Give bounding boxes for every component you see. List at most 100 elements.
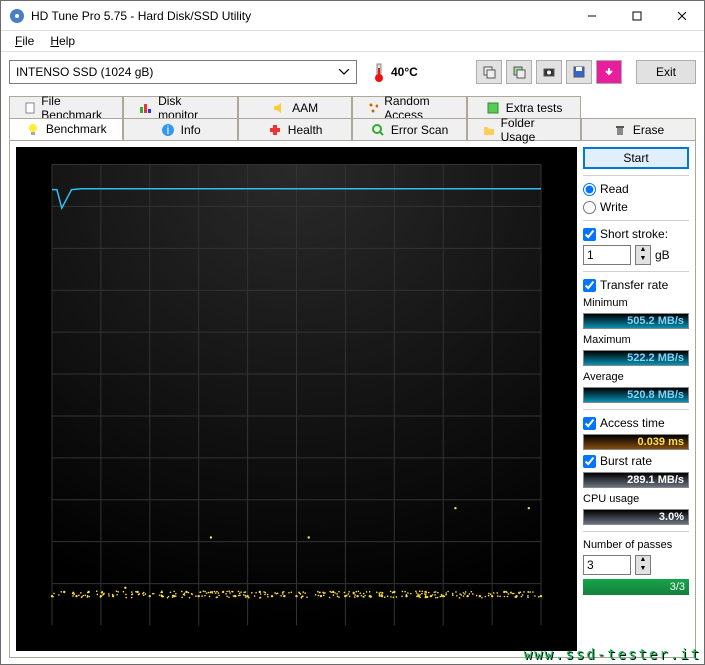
health-icon [268, 123, 282, 137]
svg-text:ms: ms [525, 150, 541, 164]
tab-random-access[interactable]: Random Access [352, 96, 466, 118]
tab-folder-usage[interactable]: Folder Usage [467, 118, 581, 140]
watermark: www.ssd-tester.it [524, 647, 701, 663]
min-value: 505.2 MB/s [583, 313, 689, 329]
svg-text:300: 300 [189, 627, 209, 641]
svg-text:500: 500 [286, 627, 306, 641]
passes-input[interactable] [583, 555, 631, 575]
svg-text:100: 100 [28, 534, 48, 548]
exit-button[interactable]: Exit [636, 60, 696, 84]
burst-rate-value: 289.1 MB/s [583, 472, 689, 488]
tab-aam[interactable]: AAM [238, 96, 352, 118]
device-name: INTENSO SSD (1024 gB) [16, 65, 338, 79]
tab-error-scan[interactable]: Error Scan [352, 118, 466, 140]
avg-label: Average [583, 371, 689, 383]
svg-text:0.40: 0.40 [545, 282, 569, 296]
temperature-value: 40°C [391, 65, 418, 79]
menu-file[interactable]: File [7, 32, 42, 50]
trash-icon [613, 123, 627, 137]
extra-icon [486, 101, 500, 115]
svg-text:350: 350 [28, 324, 48, 338]
read-radio[interactable]: Read [583, 182, 689, 196]
speaker-icon [272, 101, 286, 115]
cpu-value: 3.0% [583, 509, 689, 525]
burst-rate-check[interactable]: Burst rate [583, 454, 689, 468]
tab-erase[interactable]: Erase [581, 118, 695, 140]
toolbar: INTENSO SSD (1024 gB) 40°C Exit [1, 52, 704, 92]
svg-text:0.15: 0.15 [545, 492, 569, 506]
svg-text:250: 250 [28, 408, 48, 422]
tab-file-benchmark[interactable]: File Benchmark [9, 96, 123, 118]
tab-info[interactable]: iInfo [123, 118, 237, 140]
monitor-icon [138, 101, 152, 115]
access-time-value: 0.039 ms [583, 434, 689, 450]
passes-progress: 3/3 [583, 579, 689, 595]
svg-text:0.10: 0.10 [545, 534, 569, 548]
svg-text:0.20: 0.20 [545, 450, 569, 464]
svg-text:150: 150 [28, 492, 48, 506]
tabbar: File Benchmark Disk monitor AAM Random A… [9, 96, 696, 140]
svg-text:400: 400 [28, 282, 48, 296]
info-icon: i [161, 123, 175, 137]
bulb-icon [26, 122, 40, 136]
action-button[interactable] [596, 60, 622, 84]
close-button[interactable] [659, 1, 704, 30]
window-title: HD Tune Pro 5.75 - Hard Disk/SSD Utility [31, 9, 569, 23]
benchmark-chart: 501001502002503003504004505005500.050.10… [16, 147, 577, 651]
svg-text:0.45: 0.45 [545, 240, 569, 254]
dots-icon [367, 101, 378, 115]
copy-info-button[interactable] [506, 60, 532, 84]
svg-text:MB/s: MB/s [52, 150, 79, 164]
svg-text:800: 800 [433, 627, 453, 641]
thermometer-icon [373, 62, 385, 82]
svg-text:0.05: 0.05 [545, 576, 569, 590]
svg-text:400: 400 [238, 627, 258, 641]
svg-text:200: 200 [140, 627, 160, 641]
svg-text:mB: mB [541, 627, 559, 641]
menu-help[interactable]: Help [42, 32, 83, 50]
tab-benchmark[interactable]: Benchmark [9, 118, 123, 140]
svg-text:0: 0 [49, 627, 56, 641]
svg-text:700: 700 [384, 627, 404, 641]
minimize-button[interactable] [569, 1, 614, 30]
passes-label: Number of passes [583, 539, 689, 551]
svg-text:300: 300 [28, 366, 48, 380]
avg-value: 520.8 MB/s [583, 387, 689, 403]
svg-text:0.50: 0.50 [545, 198, 569, 212]
svg-text:200: 200 [28, 450, 48, 464]
svg-text:50: 50 [35, 576, 49, 590]
short-stroke-check[interactable]: Short stroke: [583, 227, 689, 241]
search-icon [371, 123, 385, 137]
svg-text:900: 900 [482, 627, 502, 641]
svg-text:550: 550 [28, 157, 48, 171]
maximize-button[interactable] [614, 1, 659, 30]
svg-text:600: 600 [335, 627, 355, 641]
app-icon [9, 8, 25, 24]
side-panel: Start Read Write Short stroke: ▲▼ gB Tra… [583, 147, 689, 651]
start-button[interactable]: Start [583, 147, 689, 169]
copy-button[interactable] [476, 60, 502, 84]
menubar: File Help [1, 31, 704, 52]
transfer-rate-check[interactable]: Transfer rate [583, 278, 689, 292]
svg-text:i: i [166, 123, 169, 137]
temperature: 40°C [373, 62, 418, 82]
svg-text:0.35: 0.35 [545, 324, 569, 338]
screenshot-button[interactable] [536, 60, 562, 84]
svg-text:0.55: 0.55 [545, 157, 569, 171]
short-stroke-unit: gB [655, 248, 670, 262]
chart-area: 501001502002503003504004505005500.050.10… [16, 147, 577, 651]
chevron-down-icon [338, 68, 350, 75]
short-stroke-spinner[interactable]: ▲▼ [635, 245, 651, 265]
passes-spinner[interactable]: ▲▼ [635, 555, 651, 575]
min-label: Minimum [583, 297, 689, 309]
save-button[interactable] [566, 60, 592, 84]
cpu-label: CPU usage [583, 493, 689, 505]
titlebar: HD Tune Pro 5.75 - Hard Disk/SSD Utility [1, 1, 704, 31]
write-radio[interactable]: Write [583, 200, 689, 214]
access-time-check[interactable]: Access time [583, 416, 689, 430]
tab-disk-monitor[interactable]: Disk monitor [123, 96, 237, 118]
short-stroke-input[interactable] [583, 245, 631, 265]
folder-icon [482, 123, 495, 137]
tab-health[interactable]: Health [238, 118, 352, 140]
device-select[interactable]: INTENSO SSD (1024 gB) [9, 60, 357, 84]
